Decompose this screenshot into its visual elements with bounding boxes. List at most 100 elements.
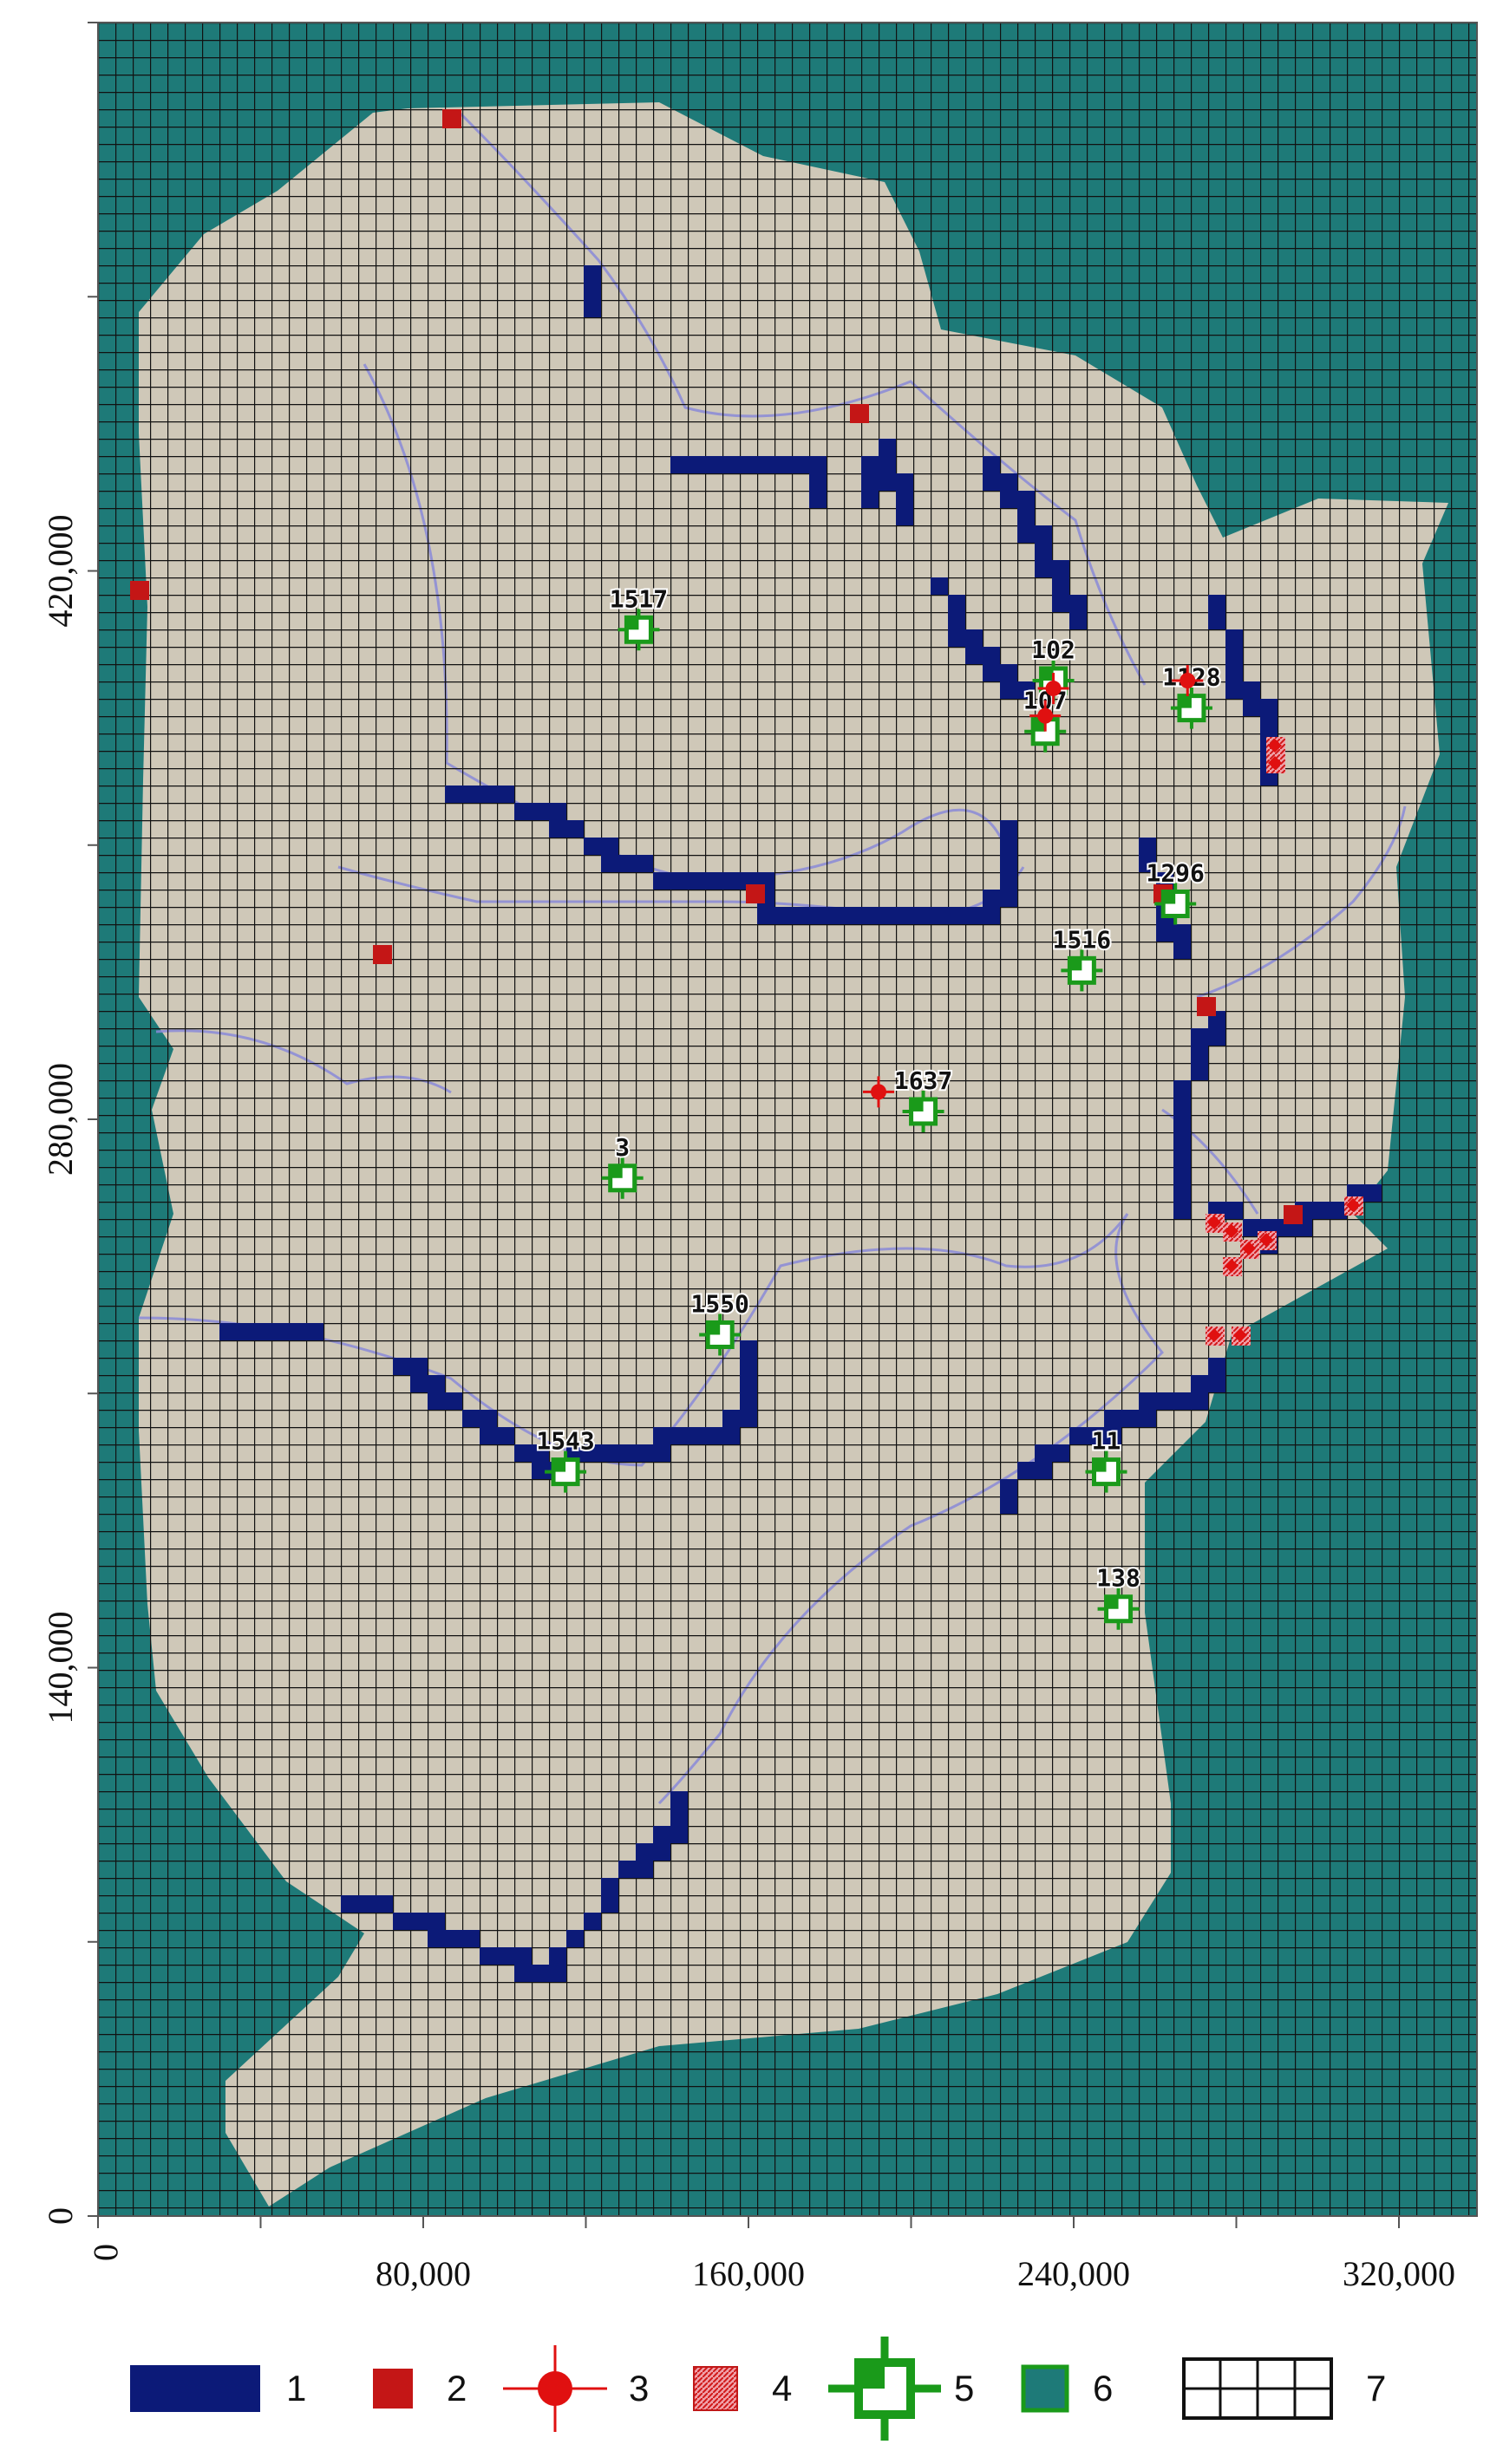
river-cell [948,629,965,647]
river-cell [722,872,740,890]
observation-well-label: 1550 [690,1289,748,1318]
legend-label: 6 [1093,2368,1113,2409]
river-cell [688,872,705,890]
river-cell [844,907,861,924]
river-cell [1035,1462,1052,1479]
river-cell [1260,699,1278,716]
river-cell [965,907,983,924]
river-cell [983,890,1000,907]
river-cell [1000,1496,1017,1514]
river-cell [809,907,827,924]
river-cell [1243,681,1260,699]
observation-well-label: 1296 [1146,859,1204,888]
river-cell [376,1895,393,1913]
river-cell [1173,1080,1191,1098]
river-cell [445,1930,462,1947]
river-cell [1191,1392,1208,1410]
river-cell [827,907,844,924]
river-cell [983,647,1000,664]
river-cell [722,1410,740,1427]
river-cell [948,612,965,629]
river-cells-swatch [130,2365,260,2412]
river-cell [1000,664,1017,681]
river-cell [653,872,670,890]
river-cell [1017,508,1035,525]
river-cell [532,803,549,820]
river-cell [1052,1444,1069,1462]
groundwater-model-map: 1517102107112812961516163731550154311138… [41,22,1478,2441]
y-tick-label: 140,000 [41,1612,80,1724]
river-cell [219,1323,237,1340]
river-cell [809,491,827,508]
river-cell [428,1392,445,1410]
river-cell [861,907,879,924]
river-cell [1000,491,1017,508]
river-cell [1000,1479,1017,1496]
river-cell [1000,473,1017,491]
river-cell [1173,1167,1191,1184]
river-cell [1191,1046,1208,1063]
river-cell [670,456,688,473]
river-cell [1139,1410,1156,1427]
river-cell [480,1410,497,1427]
river-cell [358,1895,376,1913]
river-cell [983,664,1000,681]
river-cell [670,1791,688,1809]
river-cell [670,1809,688,1826]
river-cell [410,1358,428,1375]
river-cell [618,855,636,872]
river-cell [480,1427,497,1444]
x-tick-label: 320,000 [1343,2254,1455,2293]
river-cell [584,283,601,300]
observation-well-label: 1543 [536,1427,594,1456]
river-cell [861,491,879,508]
river-cell [931,907,948,924]
river-cell [549,1965,566,1982]
river-cell [809,456,827,473]
river-cell [1035,1444,1052,1462]
river-cell [757,907,774,924]
river-cell [948,595,965,612]
river-cell [1173,1202,1191,1219]
river-cell [792,907,809,924]
river-cell [653,1826,670,1843]
river-cell [1139,838,1156,855]
river-cell [965,629,983,647]
river-cell [549,1947,566,1965]
legend-item-drain-cells: 2 [373,2368,467,2409]
river-cell [792,456,809,473]
legend-item-inactive-cells: 6 [1021,2364,1113,2413]
river-cell [740,1340,757,1358]
observation-well-label: 138 [1096,1564,1140,1593]
river-cell [879,456,896,473]
river-cell [514,1444,532,1462]
river-cell [1173,1184,1191,1202]
x-tick-label: 0 [87,2244,126,2261]
river-cell [983,456,1000,473]
river-cell [653,1444,670,1462]
river-cell [306,1323,323,1340]
river-cell [740,1358,757,1375]
model-grid [98,23,1477,2216]
river-cell [1052,577,1069,595]
legend-label: 7 [1366,2368,1386,2409]
legend-label: 3 [629,2368,649,2409]
river-cell [445,1392,462,1410]
drain-cell [373,945,392,964]
river-cell [1225,647,1243,664]
river-cell [1191,1063,1208,1080]
river-cell [1017,525,1035,543]
river-cell [1052,560,1069,577]
drain-cell [130,581,149,600]
river-cell [289,1323,306,1340]
river-cell [1069,612,1087,629]
river-cell [428,1375,445,1392]
river-cell [1191,1028,1208,1046]
river-cell [462,785,480,803]
river-cell [480,1947,497,1965]
river-cell [636,1861,653,1878]
river-cell [1139,1392,1156,1410]
x-tick-label: 80,000 [376,2254,471,2293]
river-cell [653,1843,670,1861]
river-cell [1035,525,1052,543]
